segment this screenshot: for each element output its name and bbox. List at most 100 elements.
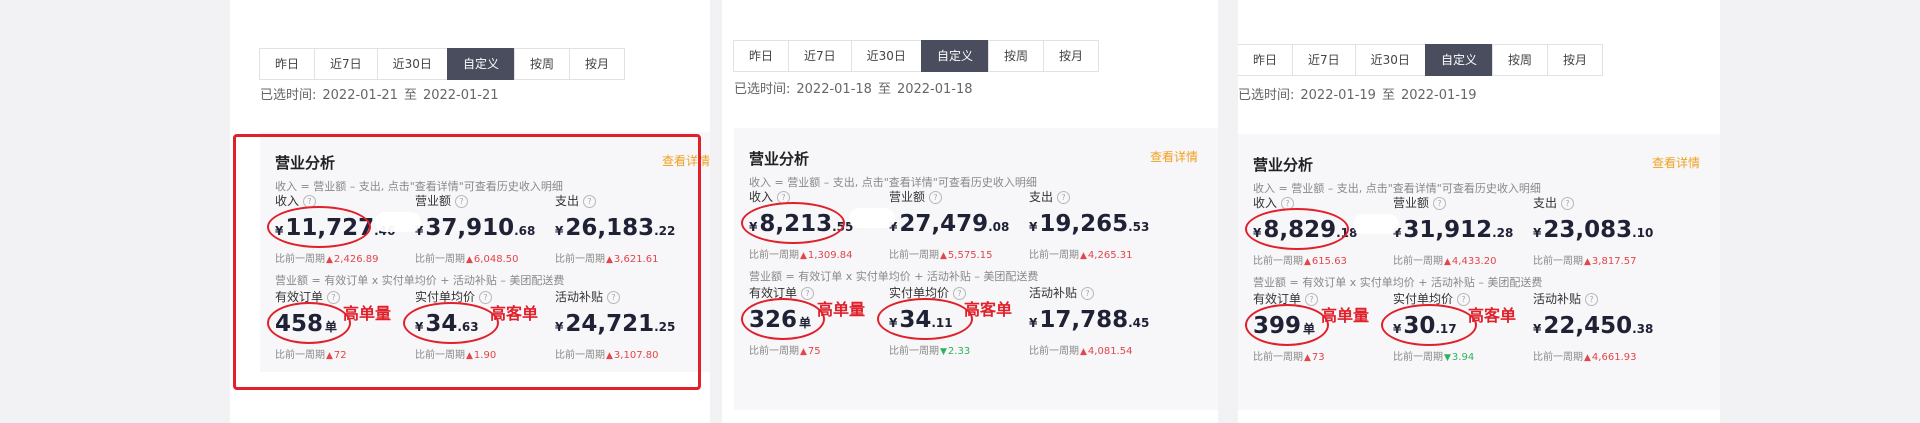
metric-label: 支出? [1533,194,1673,211]
arrow-up-icon: ▲ [1584,353,1591,363]
help-icon[interactable]: ? [801,287,815,300]
arrow-up-icon: ▲ [1080,347,1087,357]
tab-3[interactable]: 自定义 [920,40,989,72]
compare-previous: 比前一周期▲4,265.31 [1029,246,1169,261]
metric-label: 营业额? [1393,194,1533,211]
date-end: 2022-01-21 [422,88,499,103]
value-integer: 23,083 [1543,217,1633,243]
help-icon[interactable]: ? [1433,197,1447,210]
metric-label-text: 营业额 [1393,196,1430,210]
date-range-tabs: 昨日 近7日 近30日 自定义 按周 按月 [733,40,1099,72]
value-decimal: .53 [1128,220,1150,234]
help-icon[interactable]: ? [1561,197,1575,210]
currency-symbol: ¥ [1533,322,1542,336]
tab-1[interactable]: 近7日 [314,48,378,80]
tab-5[interactable]: 按月 [1042,40,1099,72]
arrow-up-icon: ▲ [1304,353,1311,363]
dashboard-panel: 昨日 近7日 近30日 自定义 按周 按月 已选时间: 2022-01-18 至 2022-01-… [722,0,1218,423]
tab-4[interactable]: 按周 [513,48,570,80]
arrow-up-icon: ▲ [800,251,807,261]
compare-delta: 75 [807,346,821,357]
value-decimal: .10 [1632,226,1654,240]
metric-label-text: 收入 [1253,196,1278,210]
income-highlight-oval [741,202,845,244]
currency-symbol: ¥ [1029,316,1038,330]
tab-4[interactable]: 按周 [987,40,1044,72]
metric-value: ¥27,479.08 [889,209,1029,242]
date-end: 2022-01-19 [1400,88,1477,103]
tab-2[interactable]: 近30日 [1354,44,1426,76]
tab-0[interactable]: 昨日 [733,40,790,72]
metric-value: ¥23,083.10 [1533,215,1673,248]
metric-label-text: 活动补贴 [1533,292,1582,306]
metric-expense: 支出? ¥19,265.53 比前一周期▲4,265.31 [1029,188,1169,261]
tab-5[interactable]: 按月 [568,48,625,80]
metric-label: 活动补贴? [1533,290,1673,307]
date-end: 2022-01-18 [896,82,973,97]
tab-1[interactable]: 近7日 [788,40,852,72]
tab-0[interactable]: 昨日 [259,48,316,80]
date-start: 2022-01-19 [1300,88,1376,103]
blurred-region [849,208,895,228]
value-decimal: .08 [988,220,1010,234]
compare-delta: 73 [1311,352,1325,363]
metric-subsidy: 活动补贴? ¥17,788.45 比前一周期▲4,081.54 [1029,284,1169,357]
tab-1[interactable]: 近7日 [1292,44,1356,76]
compare-delta: 3,817.57 [1591,256,1637,267]
metric-label-text: 收入 [749,190,774,204]
arrow-up-icon: ▲ [800,347,807,357]
compare-previous: 比前一周期▲4,661.93 [1533,348,1673,363]
compare-delta: 4,081.54 [1087,346,1133,357]
tab-2[interactable]: 近30日 [376,48,448,80]
tab-2[interactable]: 近30日 [850,40,922,72]
date-range-tabs: 昨日 近7日 近30日 自定义 按周 按月 [259,48,625,80]
income-highlight-oval [1245,208,1349,250]
view-details-link[interactable]: 查看详情 [1652,154,1700,171]
metric-label-text: 支出 [1029,190,1054,204]
compare-delta: 615.63 [1311,256,1347,267]
tab-0[interactable]: 昨日 [1238,44,1294,76]
arrow-up-icon: ▲ [1444,257,1451,267]
selected-date-range: 已选时间: 2022-01-21 至 2022-01-21 [260,84,499,103]
compare-label: 比前一周期 [889,250,939,261]
card-title: 营业分析 [1253,156,1314,174]
dashboard-panel: 昨日 近7日 近30日 自定义 按周 按月 已选时间: 2022-01-21 至 2022-01-… [230,0,710,423]
compare-label: 比前一周期 [1533,352,1583,363]
revenue-formula: 营业额 = 有效订单 x 实付单均价 + 活动补贴 – 美团配送费 [749,270,1039,283]
metric-label-text: 营业额 [889,190,926,204]
date-prefix: 已选时间: [734,82,791,97]
compare-previous: 比前一周期▲5,575.15 [889,246,1029,261]
tab-3[interactable]: 自定义 [1424,44,1493,76]
date-prefix: 已选时间: [1238,88,1295,103]
tab-4[interactable]: 按周 [1491,44,1548,76]
help-icon[interactable]: ? [1305,293,1319,306]
arrow-up-icon: ▲ [1304,257,1311,267]
compare-delta: 4,265.31 [1087,250,1133,261]
help-icon[interactable]: ? [929,191,943,204]
view-details-link[interactable]: 查看详情 [1150,148,1198,165]
dashboard-panel: 昨日 近7日 近30日 自定义 按周 按月 已选时间: 2022-01-19 至 2022-01-… [1238,0,1720,423]
annotation-high-orders: 高单量 [817,300,866,319]
compare-label: 比前一周期 [1253,256,1303,267]
metric-value: ¥31,912.28 [1393,215,1533,248]
compare-previous: 比前一周期▼2.33 [889,342,1029,357]
metric-label-text: 活动补贴 [1029,286,1078,300]
annotation-high-price: 高客单 [964,300,1013,319]
date-range-tabs: 昨日 近7日 近30日 自定义 按周 按月 [1238,44,1603,76]
annotation-high-orders: 高单量 [1321,306,1370,325]
value-integer: 31,912 [1403,217,1493,243]
value-integer: 27,479 [899,211,989,237]
help-icon[interactable]: ? [1057,191,1071,204]
value-integer: 17,788 [1039,307,1129,333]
date-prefix: 已选时间: [260,88,317,103]
tab-5[interactable]: 按月 [1546,44,1603,76]
tab-3[interactable]: 自定义 [446,48,515,80]
compare-label: 比前一周期 [749,346,799,357]
compare-previous: 比前一周期▼3.94 [1393,348,1533,363]
annotation-high-price: 高客单 [1468,306,1517,325]
metric-label: 收入? [749,188,889,205]
date-separator: 至 [403,88,417,103]
help-icon[interactable]: ? [1081,287,1095,300]
compare-label: 比前一周期 [1393,256,1443,267]
help-icon[interactable]: ? [1585,293,1599,306]
